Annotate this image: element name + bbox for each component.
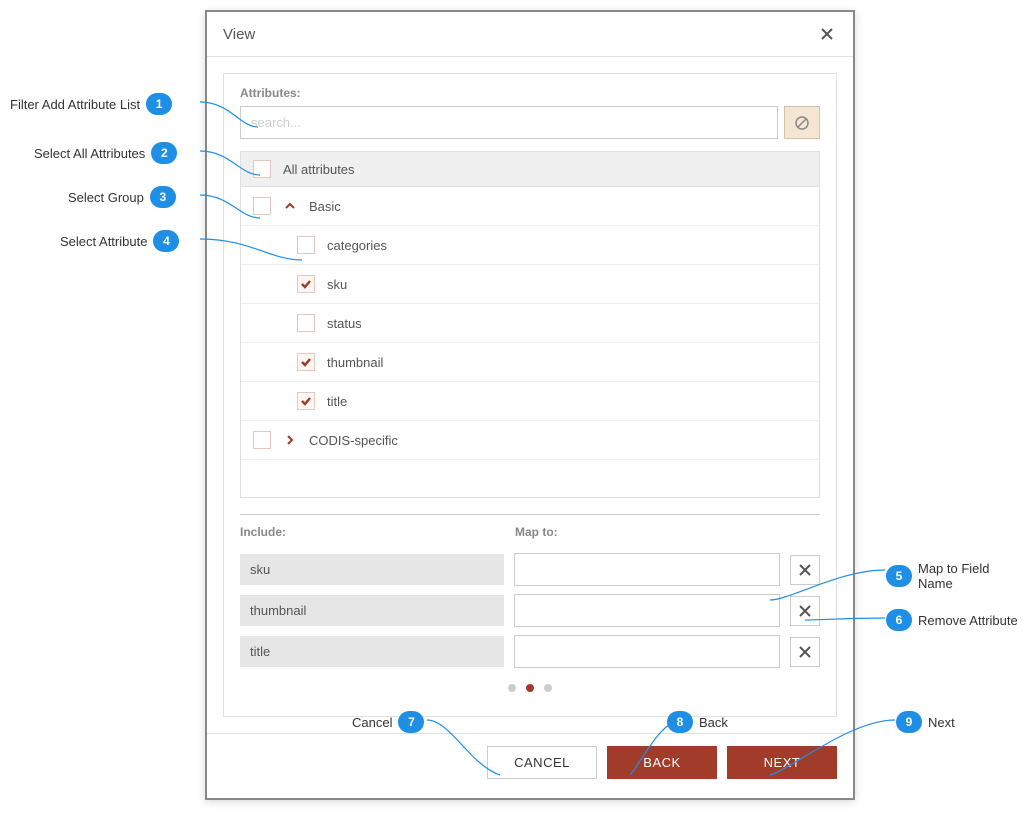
callout-bubble: 8	[667, 711, 693, 733]
callout-bubble: 5	[886, 565, 912, 587]
mapto-label: Map to:	[515, 525, 780, 539]
x-icon	[798, 604, 812, 618]
mapto-input[interactable]	[514, 553, 780, 586]
close-icon	[819, 26, 835, 42]
step-dot-active	[526, 684, 534, 692]
callout-bubble: 3	[150, 186, 176, 208]
group-checkbox-basic[interactable]	[253, 197, 271, 215]
callout-bubble: 6	[886, 609, 912, 631]
inner-panel: Attributes: All attributes Basic	[223, 73, 837, 717]
callout-5: 5 Map to Field Name	[886, 561, 1025, 591]
dialog-header: View	[207, 12, 853, 57]
callout-text: Remove Attribute	[918, 613, 1018, 628]
x-icon	[798, 563, 812, 577]
mapto-input[interactable]	[514, 635, 780, 668]
all-attributes-checkbox[interactable]	[253, 160, 271, 178]
attribute-checkbox[interactable]	[297, 353, 315, 371]
callout-bubble: 1	[146, 93, 172, 115]
callout-text: Next	[928, 715, 955, 730]
back-button[interactable]: BACK	[607, 746, 717, 779]
attribute-label: status	[327, 316, 362, 331]
group-checkbox-codis[interactable]	[253, 431, 271, 449]
callout-text: Map to Field Name	[918, 561, 1025, 591]
dialog-footer: CANCEL BACK NEXT	[207, 733, 853, 791]
map-row: title	[240, 635, 820, 668]
mapping-header: Include: Map to:	[240, 525, 820, 545]
search-input[interactable]	[240, 106, 778, 139]
include-cell: sku	[240, 554, 504, 585]
attribute-scroll[interactable]: Basic categories sku status	[241, 187, 819, 497]
callout-2: Select All Attributes 2	[34, 142, 177, 164]
attributes-label: Attributes:	[240, 86, 820, 100]
all-attributes-label: All attributes	[283, 162, 355, 177]
attribute-row-categories: categories	[241, 226, 819, 265]
next-button[interactable]: NEXT	[727, 746, 837, 779]
attribute-checkbox[interactable]	[297, 314, 315, 332]
callout-bubble: 2	[151, 142, 177, 164]
attribute-row-sku: sku	[241, 265, 819, 304]
clear-filter-button[interactable]	[784, 106, 820, 139]
group-row-basic[interactable]: Basic	[241, 187, 819, 226]
attribute-checkbox[interactable]	[297, 392, 315, 410]
search-row	[240, 106, 820, 139]
callout-3: Select Group 3	[68, 186, 176, 208]
dialog-title: View	[223, 26, 255, 43]
attribute-checkbox[interactable]	[297, 275, 315, 293]
step-dot	[508, 684, 516, 692]
callout-bubble: 4	[153, 230, 179, 252]
include-cell: thumbnail	[240, 595, 504, 626]
remove-attribute-button[interactable]	[790, 637, 820, 667]
x-icon	[798, 645, 812, 659]
divider	[240, 514, 820, 515]
include-label: Include:	[240, 525, 505, 539]
group-label: Basic	[309, 199, 341, 214]
attribute-row-status: status	[241, 304, 819, 343]
close-button[interactable]	[817, 24, 837, 44]
dialog-body: Attributes: All attributes Basic	[207, 57, 853, 733]
cancel-button[interactable]: CANCEL	[487, 746, 597, 779]
callout-text: Select Group	[68, 190, 144, 205]
attribute-row-title: title	[241, 382, 819, 421]
attribute-row-thumbnail: thumbnail	[241, 343, 819, 382]
callout-4: Select Attribute 4	[60, 230, 179, 252]
attribute-list: All attributes Basic categories sku	[240, 151, 820, 498]
callout-bubble: 9	[896, 711, 922, 733]
callout-9: 9 Next	[896, 711, 955, 733]
step-dot	[544, 684, 552, 692]
callout-text: Filter Add Attribute List	[10, 97, 140, 112]
attribute-label: categories	[327, 238, 387, 253]
mapto-input[interactable]	[514, 594, 780, 627]
map-row: thumbnail	[240, 594, 820, 627]
remove-attribute-button[interactable]	[790, 555, 820, 585]
callout-text: Select All Attributes	[34, 146, 145, 161]
all-attributes-row: All attributes	[241, 152, 819, 187]
attribute-label: title	[327, 394, 347, 409]
group-row-codis[interactable]: CODIS-specific	[241, 421, 819, 460]
callout-text: Cancel	[352, 715, 392, 730]
callout-bubble: 7	[398, 711, 424, 733]
attribute-checkbox[interactable]	[297, 236, 315, 254]
chevron-up-icon[interactable]	[283, 199, 297, 213]
callout-6: 6 Remove Attribute	[886, 609, 1018, 631]
group-label: CODIS-specific	[309, 433, 398, 448]
map-row: sku	[240, 553, 820, 586]
attribute-label: thumbnail	[327, 355, 383, 370]
callout-8: 8 Back	[667, 711, 728, 733]
attribute-label: sku	[327, 277, 347, 292]
callout-text: Select Attribute	[60, 234, 147, 249]
include-cell: title	[240, 636, 504, 667]
stepper	[240, 684, 820, 692]
chevron-right-icon[interactable]	[283, 433, 297, 447]
dialog-view: View Attributes: All attributes	[205, 10, 855, 800]
clear-icon	[794, 115, 810, 131]
remove-attribute-button[interactable]	[790, 596, 820, 626]
callout-text: Back	[699, 715, 728, 730]
callout-7: Cancel 7	[352, 711, 424, 733]
callout-1: Filter Add Attribute List 1	[10, 93, 172, 115]
